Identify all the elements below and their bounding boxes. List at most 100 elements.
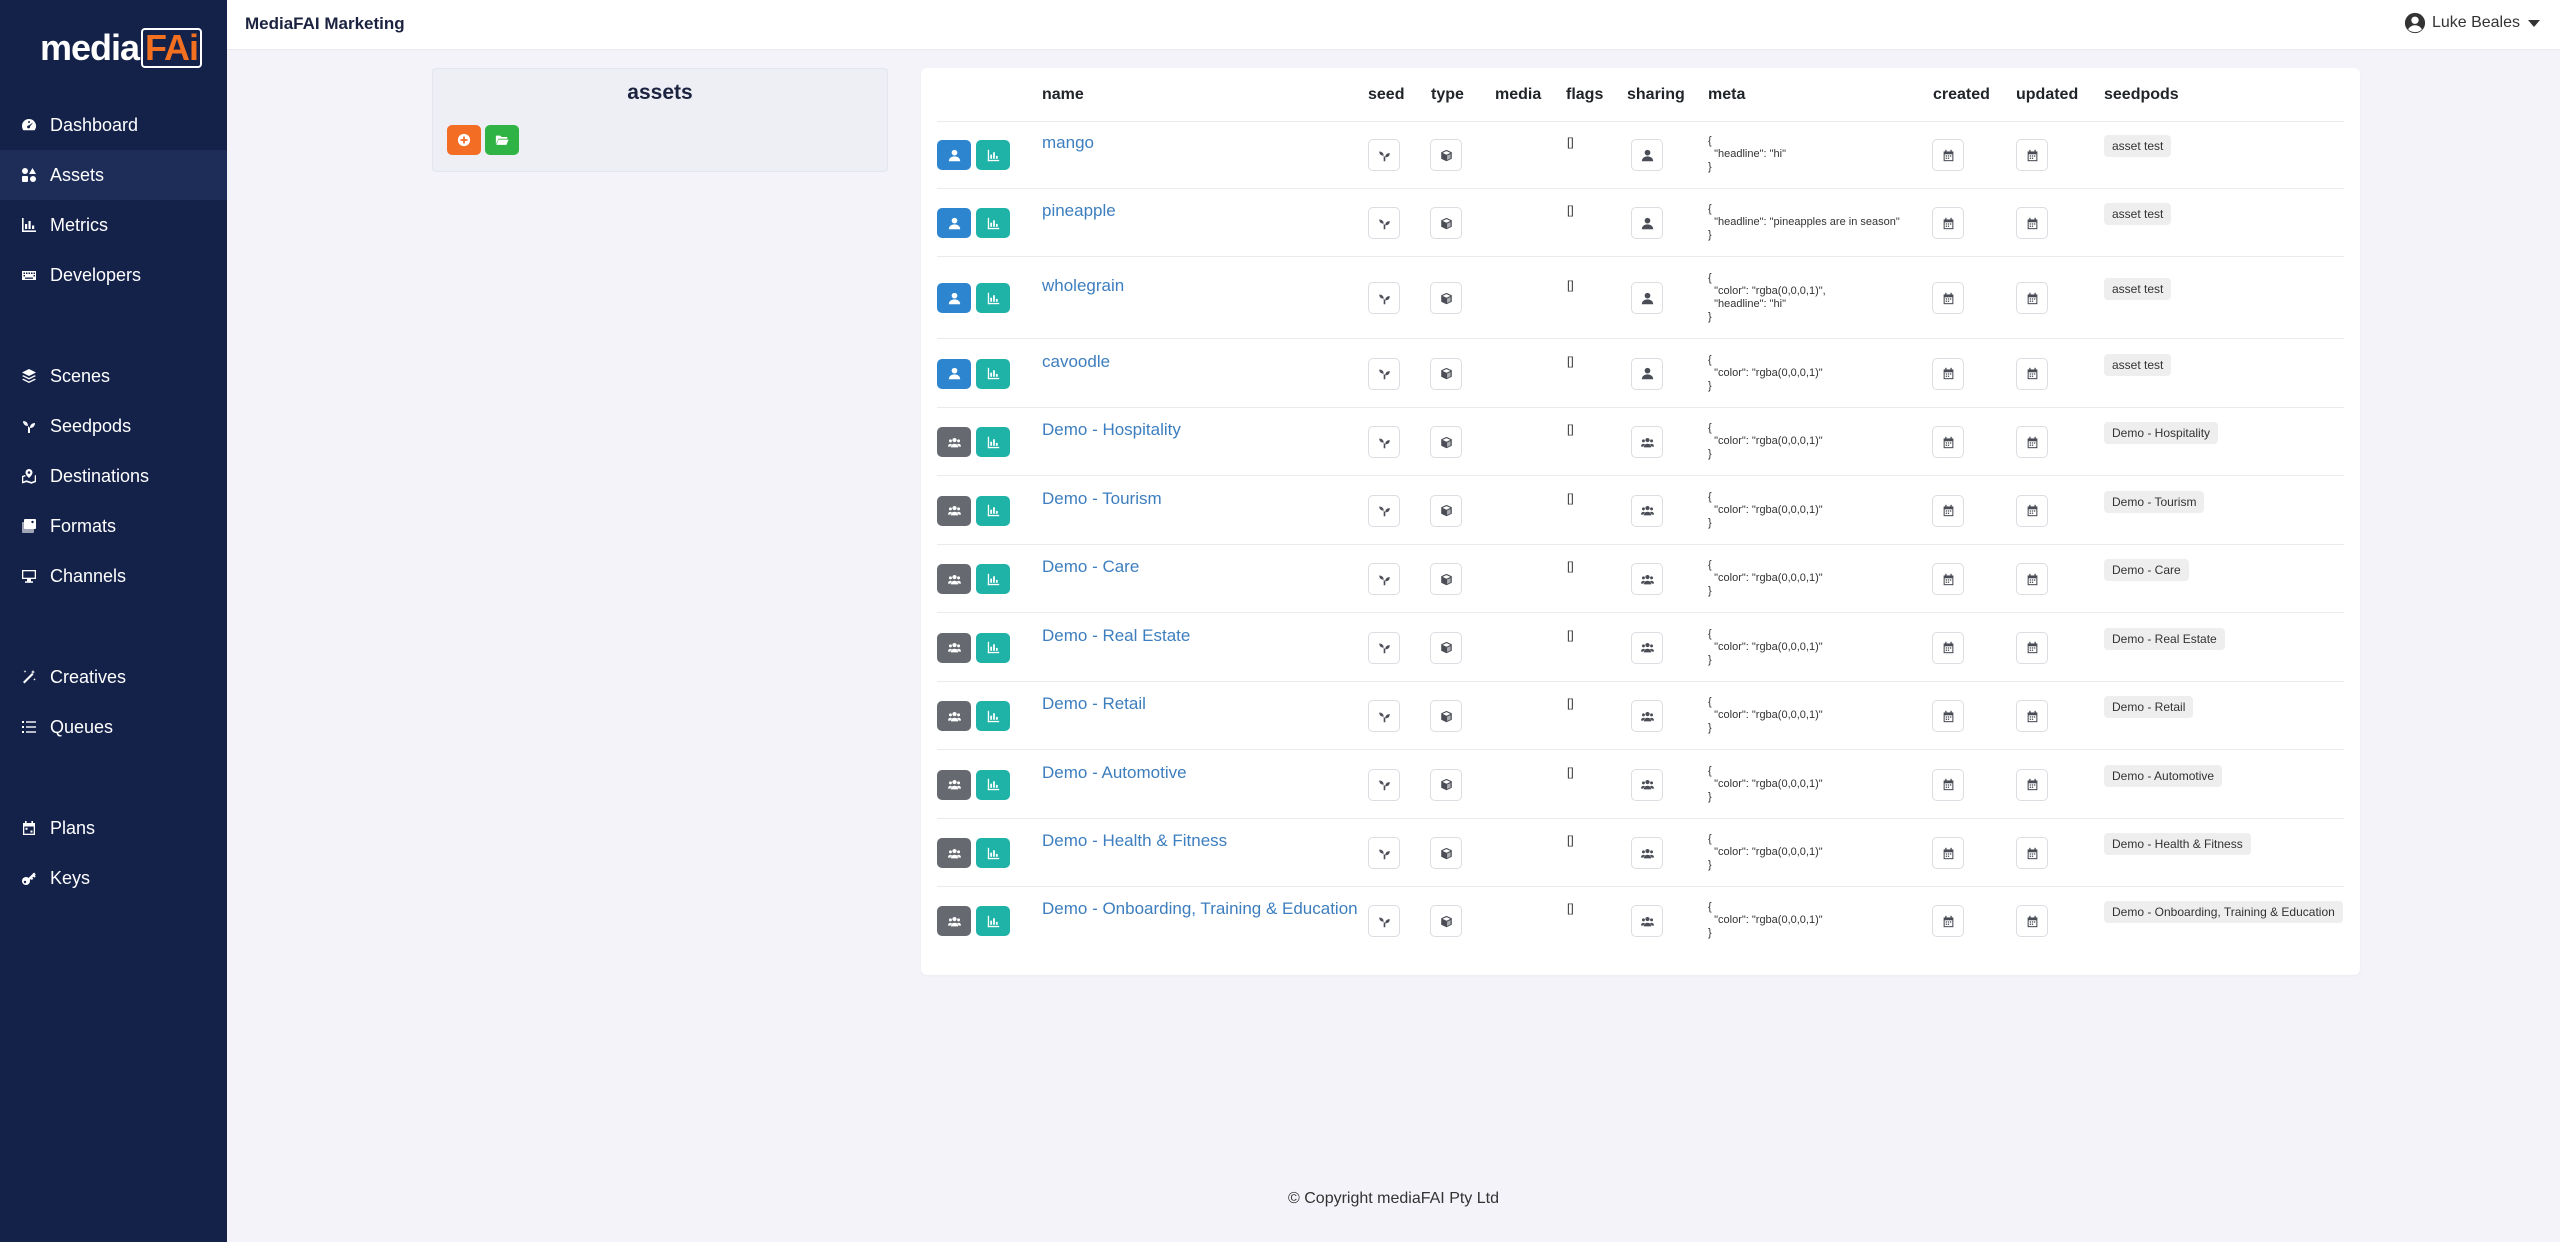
metrics-button[interactable]: [976, 495, 1010, 526]
created-date-button[interactable]: [1932, 282, 1964, 314]
seedpod-badge[interactable]: Demo - Care: [2104, 559, 2189, 581]
asset-name-link[interactable]: Demo - Retail: [1042, 694, 1146, 714]
updated-date-button[interactable]: [2016, 563, 2048, 595]
seedpod-badge[interactable]: asset test: [2104, 353, 2172, 376]
type-button[interactable]: [1430, 357, 1462, 390]
seed-button[interactable]: [1368, 563, 1400, 595]
sidebar-item-metrics[interactable]: Metrics: [0, 200, 227, 250]
owner-button[interactable]: [937, 358, 971, 389]
type-button[interactable]: [1430, 494, 1462, 527]
metrics-button[interactable]: [976, 427, 1010, 457]
metrics-button[interactable]: [976, 358, 1010, 389]
seed-button[interactable]: [1368, 282, 1400, 314]
created-date-button[interactable]: [1932, 139, 1964, 171]
owner-button[interactable]: [937, 427, 971, 457]
seedpod-badge[interactable]: Demo - Retail: [2104, 696, 2194, 718]
column-header-created[interactable]: created: [1933, 86, 1990, 104]
seedpod-badge[interactable]: Demo - Health & Fitness: [2104, 833, 2251, 855]
sidebar-item-seedpods[interactable]: Seedpods: [0, 401, 227, 451]
created-date-button[interactable]: [1932, 700, 1964, 732]
asset-name-link[interactable]: Demo - Automotive: [1042, 763, 1187, 783]
type-button[interactable]: [1430, 631, 1462, 664]
column-header-seed[interactable]: seed: [1368, 86, 1404, 104]
sharing-button[interactable]: [1631, 631, 1663, 664]
updated-date-button[interactable]: [2016, 357, 2048, 390]
seed-button[interactable]: [1368, 700, 1400, 732]
asset-name-link[interactable]: Demo - Hospitality: [1042, 420, 1181, 440]
seedpod-badge[interactable]: Demo - Hospitality: [2104, 422, 2219, 444]
column-header-meta[interactable]: meta: [1708, 86, 1745, 104]
sidebar-item-queues[interactable]: Queues: [0, 702, 227, 752]
sidebar-item-scenes[interactable]: Scenes: [0, 351, 227, 401]
metrics-button[interactable]: [976, 140, 1010, 170]
sidebar-item-plans[interactable]: Plans: [0, 803, 227, 853]
owner-button[interactable]: [937, 769, 971, 800]
seedpod-badge[interactable]: asset test: [2104, 135, 2172, 157]
sidebar-item-dashboard[interactable]: Dashboard: [0, 100, 227, 150]
seed-button[interactable]: [1368, 768, 1400, 801]
owner-button[interactable]: [937, 701, 971, 731]
updated-date-button[interactable]: [2016, 494, 2048, 527]
created-date-button[interactable]: [1932, 905, 1964, 937]
created-date-button[interactable]: [1932, 207, 1964, 239]
sidebar-item-developers[interactable]: Developers: [0, 250, 227, 300]
type-button[interactable]: [1430, 837, 1462, 869]
column-header-sharing[interactable]: sharing: [1627, 86, 1685, 104]
seed-button[interactable]: [1368, 837, 1400, 869]
column-header-media[interactable]: media: [1495, 86, 1541, 104]
type-button[interactable]: [1430, 768, 1462, 801]
type-button[interactable]: [1430, 282, 1462, 314]
sidebar-item-creatives[interactable]: Creatives: [0, 652, 227, 702]
column-header-flags[interactable]: flags: [1566, 86, 1603, 104]
logo[interactable]: media FAi: [40, 27, 203, 68]
asset-name-link[interactable]: Demo - Care: [1042, 557, 1139, 577]
column-header-updated[interactable]: updated: [2016, 86, 2078, 104]
asset-name-link[interactable]: Demo - Tourism: [1042, 489, 1162, 509]
asset-name-link[interactable]: mango: [1042, 133, 1094, 153]
owner-button[interactable]: [937, 564, 971, 594]
sharing-button[interactable]: [1631, 139, 1663, 171]
sharing-button[interactable]: [1631, 563, 1663, 595]
type-button[interactable]: [1430, 905, 1462, 937]
owner-button[interactable]: [937, 838, 971, 868]
created-date-button[interactable]: [1932, 768, 1964, 801]
sharing-button[interactable]: [1631, 905, 1663, 937]
metrics-button[interactable]: [976, 564, 1010, 594]
type-button[interactable]: [1430, 700, 1462, 732]
updated-date-button[interactable]: [2016, 631, 2048, 664]
sharing-button[interactable]: [1631, 357, 1663, 390]
seed-button[interactable]: [1368, 139, 1400, 171]
seedpod-badge[interactable]: Demo - Automotive: [2104, 764, 2223, 787]
owner-button[interactable]: [937, 495, 971, 526]
type-button[interactable]: [1430, 563, 1462, 595]
seedpod-badge[interactable]: Demo - Real Estate: [2104, 627, 2225, 650]
sharing-button[interactable]: [1631, 207, 1663, 239]
metrics-button[interactable]: [976, 906, 1010, 936]
sidebar-item-keys[interactable]: Keys: [0, 853, 227, 903]
seedpod-badge[interactable]: Demo - Tourism: [2104, 490, 2205, 513]
asset-name-link[interactable]: wholegrain: [1042, 276, 1124, 296]
owner-button[interactable]: [937, 283, 971, 313]
updated-date-button[interactable]: [2016, 700, 2048, 732]
owner-button[interactable]: [937, 208, 971, 238]
updated-date-button[interactable]: [2016, 905, 2048, 937]
asset-name-link[interactable]: Demo - Real Estate: [1042, 626, 1190, 646]
sidebar-item-formats[interactable]: Formats: [0, 501, 227, 551]
metrics-button[interactable]: [976, 208, 1010, 238]
sharing-button[interactable]: [1631, 282, 1663, 314]
updated-date-button[interactable]: [2016, 768, 2048, 801]
metrics-button[interactable]: [976, 701, 1010, 731]
asset-name-link[interactable]: cavoodle: [1042, 352, 1110, 372]
created-date-button[interactable]: [1932, 494, 1964, 527]
owner-button[interactable]: [937, 632, 971, 663]
metrics-button[interactable]: [976, 632, 1010, 663]
add-asset-button[interactable]: [447, 125, 481, 155]
asset-name-link[interactable]: Demo - Onboarding, Training & Education: [1042, 899, 1358, 919]
sidebar-item-destinations[interactable]: Destinations: [0, 451, 227, 501]
type-button[interactable]: [1430, 426, 1462, 458]
updated-date-button[interactable]: [2016, 139, 2048, 171]
asset-name-link[interactable]: Demo - Health & Fitness: [1042, 831, 1227, 851]
column-header-seedpods[interactable]: seedpods: [2104, 86, 2179, 104]
seed-button[interactable]: [1368, 357, 1400, 390]
updated-date-button[interactable]: [2016, 282, 2048, 314]
